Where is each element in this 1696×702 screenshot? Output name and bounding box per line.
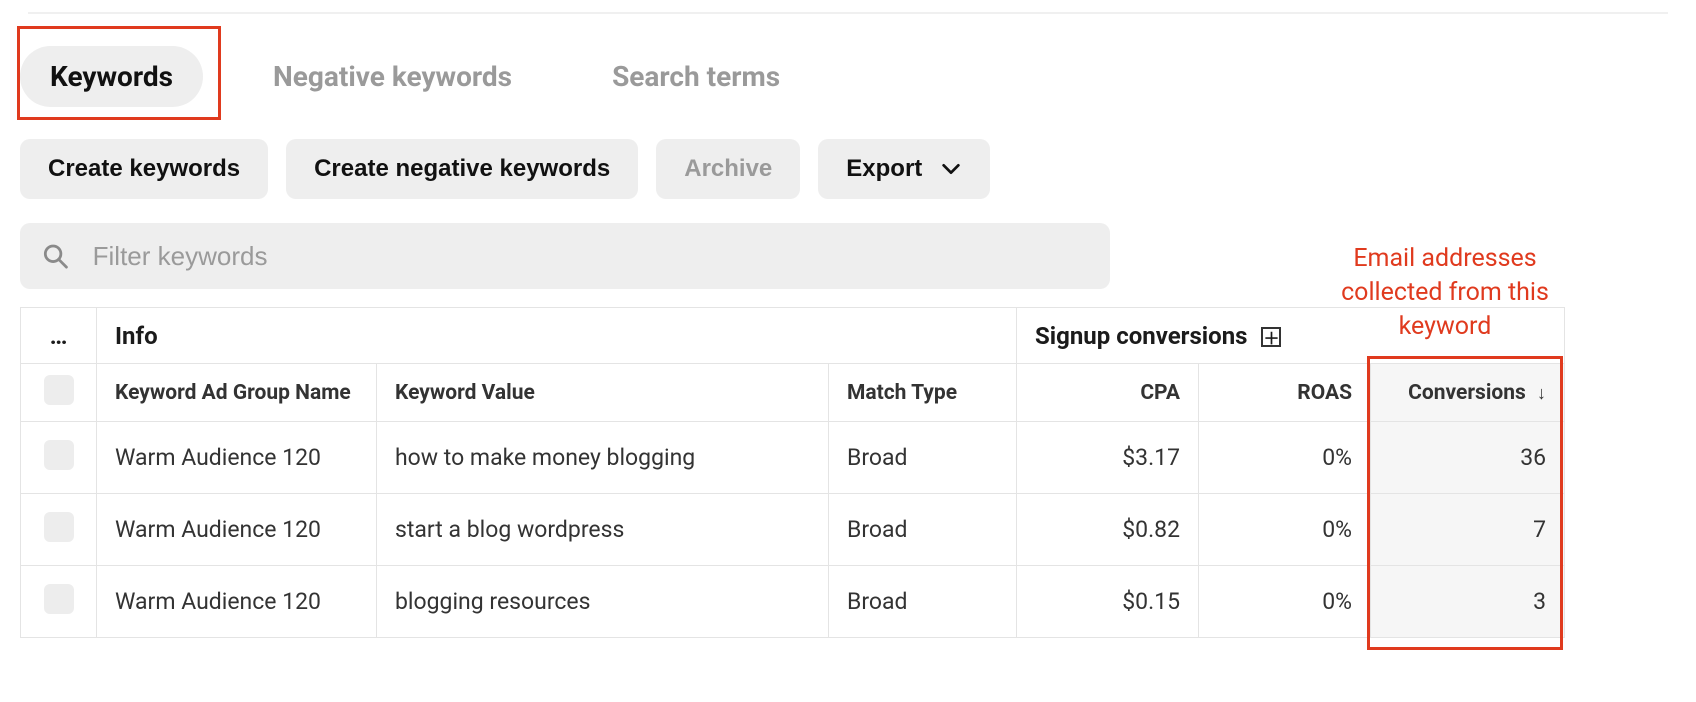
cell-conversions: 3 (1371, 566, 1565, 638)
table-group-header-row: … Info Signup conversions ＋ (21, 308, 1565, 364)
tab-keywords[interactable]: Keywords (20, 46, 203, 107)
cell-cpa: $3.17 (1017, 422, 1199, 494)
table-row: Warm Audience 120 start a blog wordpress… (21, 494, 1565, 566)
cell-kwvalue: start a blog wordpress (377, 494, 829, 566)
cell-cpa: $0.82 (1017, 494, 1199, 566)
tab-search-terms[interactable]: Search terms (582, 46, 810, 107)
cell-match: Broad (829, 494, 1017, 566)
keywords-table-wrap: … Info Signup conversions ＋ Keyword Ad G… (20, 307, 1676, 638)
create-negative-keywords-button[interactable]: Create negative keywords (286, 139, 638, 199)
header-cpa[interactable]: CPA (1017, 364, 1199, 422)
header-kwvalue[interactable]: Keyword Value (377, 364, 829, 422)
cell-cpa: $0.15 (1017, 566, 1199, 638)
row-checkbox[interactable] (44, 440, 74, 470)
row-checkbox[interactable] (44, 512, 74, 542)
cell-adgroup: Warm Audience 120 (97, 422, 377, 494)
tab-negative-keywords[interactable]: Negative keywords (243, 46, 542, 107)
cell-kwvalue: blogging resources (377, 566, 829, 638)
filter-bar[interactable] (20, 223, 1110, 289)
cell-conversions: 36 (1371, 422, 1565, 494)
tabs-row: Keywords Negative keywords Search terms (20, 46, 1676, 107)
table-row: Warm Audience 120 how to make money blog… (21, 422, 1565, 494)
header-group-info: Info (97, 308, 1017, 364)
header-conversions-label: Conversions (1408, 381, 1526, 405)
header-match[interactable]: Match Type (829, 364, 1017, 422)
checkbox-all[interactable] (44, 375, 74, 405)
filter-input[interactable] (93, 241, 1088, 272)
archive-button[interactable]: Archive (656, 139, 800, 199)
cell-roas: 0% (1199, 422, 1371, 494)
header-conversions[interactable]: Conversions ↓ (1371, 364, 1565, 422)
export-button[interactable]: Export (818, 139, 990, 199)
table-row: Warm Audience 120 blogging resources Bro… (21, 566, 1565, 638)
header-menu[interactable]: … (21, 308, 97, 364)
cell-match: Broad (829, 422, 1017, 494)
cell-match: Broad (829, 566, 1017, 638)
export-label: Export (846, 155, 922, 183)
row-checkbox[interactable] (44, 584, 74, 614)
header-group-signup-label: Signup conversions (1035, 322, 1247, 350)
cell-roas: 0% (1199, 494, 1371, 566)
header-adgroup[interactable]: Keyword Ad Group Name (97, 364, 377, 422)
table-sub-header-row: Keyword Ad Group Name Keyword Value Matc… (21, 364, 1565, 422)
cell-conversions: 7 (1371, 494, 1565, 566)
create-keywords-button[interactable]: Create keywords (20, 139, 268, 199)
search-icon (42, 242, 69, 270)
chevron-down-icon (940, 158, 962, 180)
sort-desc-icon: ↓ (1537, 383, 1546, 404)
keywords-table: … Info Signup conversions ＋ Keyword Ad G… (20, 307, 1565, 638)
header-roas[interactable]: ROAS (1199, 364, 1371, 422)
header-select-all[interactable] (21, 364, 97, 422)
cell-kwvalue: how to make money blogging (377, 422, 829, 494)
cell-roas: 0% (1199, 566, 1371, 638)
expand-icon[interactable]: ＋ (1261, 327, 1281, 347)
toolbar: Create keywords Create negative keywords… (20, 139, 1676, 199)
header-group-signup[interactable]: Signup conversions ＋ (1017, 308, 1565, 364)
cell-adgroup: Warm Audience 120 (97, 494, 377, 566)
cell-adgroup: Warm Audience 120 (97, 566, 377, 638)
top-divider (28, 12, 1668, 14)
